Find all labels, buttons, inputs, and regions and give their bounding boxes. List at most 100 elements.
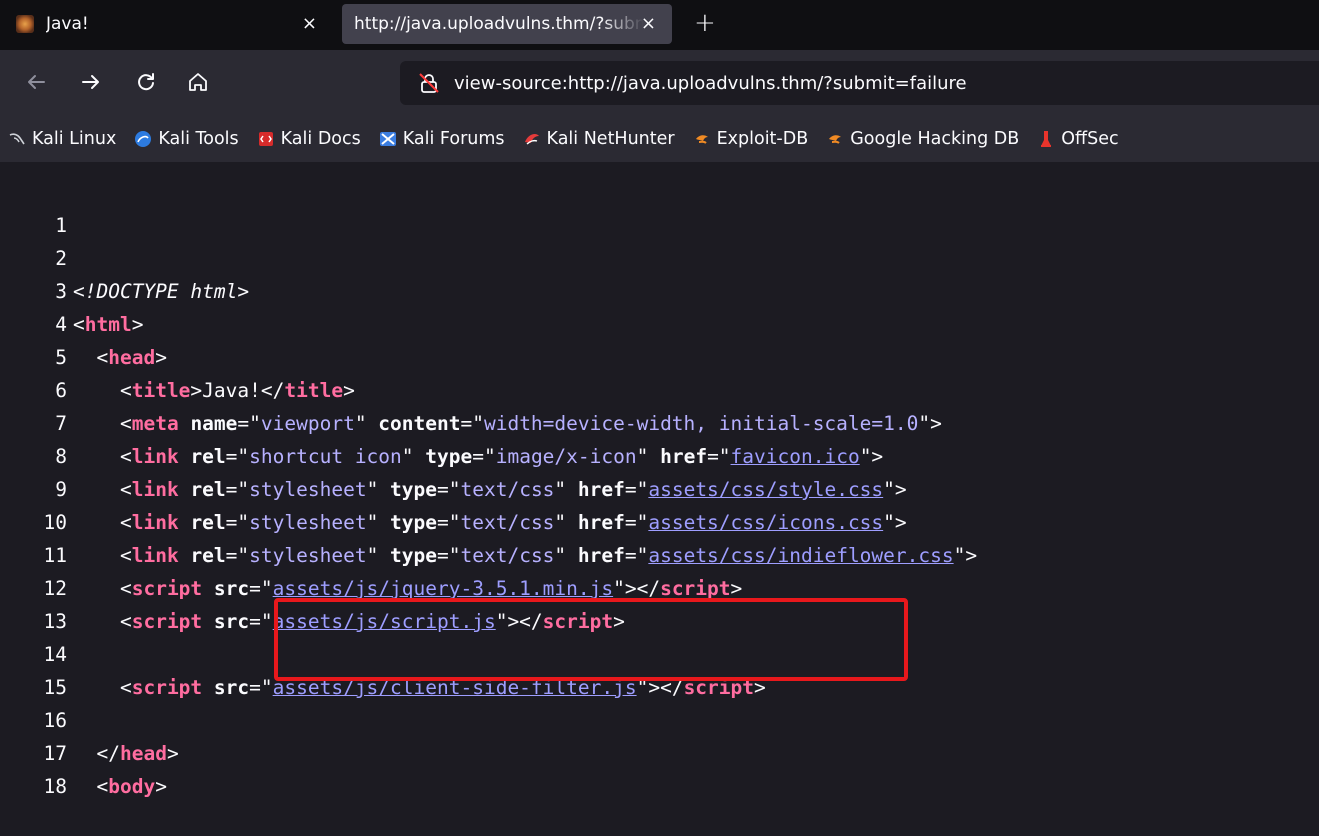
- source-line: 18: [0, 737, 67, 798]
- bookmark-kali-linux[interactable]: Kali Linux: [8, 129, 116, 149]
- icons-css-link[interactable]: assets/css/icons.css: [648, 511, 883, 534]
- bookmark-label: Kali Tools: [158, 129, 239, 149]
- bookmark-label: Google Hacking DB: [850, 129, 1020, 149]
- title-text: Java!: [202, 379, 261, 402]
- source-line: 8 <link rel="stylesheet" type="text/css"…: [0, 407, 906, 501]
- source-line: 16 </head>: [0, 671, 179, 765]
- attribute-value: viewport: [260, 412, 355, 435]
- tab-title: http://java.uploadvulns.thm/?submit=fail…: [354, 14, 644, 34]
- address-bar[interactable]: view-source:http://java.uploadvulns.thm/…: [400, 61, 1319, 105]
- attribute-name: type: [390, 544, 438, 567]
- attribute-value: text/css: [460, 511, 555, 534]
- source-line: 10 <link rel="stylesheet" type="text/css…: [0, 473, 978, 567]
- bookmark-label: Kali NetHunter: [546, 129, 675, 149]
- attribute-name: rel: [190, 445, 226, 468]
- attribute-name: rel: [190, 544, 226, 567]
- kali-dragon-icon: [9, 133, 25, 145]
- bookmark-exploit-db[interactable]: Exploit-DB: [693, 129, 808, 149]
- source-line: 5 <title>Java!</title>: [0, 308, 355, 402]
- attribute-value: shortcut icon: [249, 445, 402, 468]
- attribute-name: rel: [190, 511, 226, 534]
- tag-name: head: [119, 742, 167, 765]
- tab-title: Java!: [46, 14, 89, 34]
- kali-nethunter-icon: [524, 134, 539, 145]
- attribute-name: content: [378, 412, 461, 435]
- close-tab-icon[interactable]: ×: [641, 13, 656, 34]
- bookmark-kali-nethunter[interactable]: Kali NetHunter: [523, 129, 675, 149]
- forward-button[interactable]: [73, 64, 109, 100]
- navigation-toolbar: view-source:http://java.uploadvulns.thm/…: [0, 50, 1319, 116]
- source-line: 13: [0, 572, 67, 633]
- exploit-db-icon: [695, 135, 708, 144]
- bookmark-kali-tools[interactable]: Kali Tools: [134, 129, 239, 149]
- insecure-connection-icon[interactable]: [418, 72, 440, 94]
- bookmark-label: Kali Linux: [32, 129, 117, 149]
- attribute-value: stylesheet: [249, 478, 367, 501]
- close-tab-icon[interactable]: ×: [302, 13, 317, 34]
- tab-strip: Java! × http://java.uploadvulns.thm/?sub…: [0, 0, 1319, 50]
- doctype: <!DOCTYPE html>: [73, 280, 250, 303]
- ghdb-icon: [829, 135, 842, 144]
- bookmark-google-hacking-db[interactable]: Google Hacking DB: [826, 129, 1019, 149]
- jquery-js-link[interactable]: assets/js/jquery-3.5.1.min.js: [273, 577, 613, 600]
- attribute-name: type: [390, 478, 438, 501]
- tag-name: script: [131, 676, 203, 699]
- source-line: 1: [0, 176, 67, 237]
- tag-name: script: [131, 610, 203, 633]
- source-line: 17 <body>: [0, 704, 167, 798]
- home-icon: [189, 73, 207, 91]
- arrow-left-icon: [28, 75, 45, 89]
- kali-docs-icon: [258, 132, 273, 146]
- new-tab-button[interactable]: +: [694, 8, 716, 38]
- offsec-icon: [1041, 131, 1052, 147]
- java-favicon-icon: [16, 15, 34, 33]
- attribute-value: stylesheet: [249, 511, 367, 534]
- tag-name: head: [108, 346, 156, 369]
- source-line: 14 <script src="assets/js/client-side-fi…: [0, 605, 766, 699]
- attribute-name: name: [190, 412, 238, 435]
- reload-icon: [138, 73, 154, 91]
- tag-name: script: [660, 577, 731, 600]
- tag-name: link: [131, 511, 179, 534]
- reload-button[interactable]: [128, 64, 164, 100]
- bookmark-label: Kali Forums: [402, 129, 505, 149]
- highlight-annotation-box: [274, 598, 908, 681]
- tab-view-source[interactable]: http://java.uploadvulns.thm/?submit=fail…: [342, 4, 672, 44]
- tag-name: link: [131, 544, 179, 567]
- tag-name: link: [131, 478, 179, 501]
- bookmark-kali-docs[interactable]: Kali Docs: [257, 129, 361, 149]
- source-line: 15: [0, 638, 67, 699]
- tab-java[interactable]: Java! ×: [0, 4, 335, 44]
- source-line: 4 <head>: [0, 275, 167, 369]
- bookmark-offsec[interactable]: OffSec: [1037, 129, 1119, 149]
- favicon-link[interactable]: favicon.ico: [731, 445, 860, 468]
- tag-name: html: [84, 313, 132, 336]
- home-button[interactable]: [180, 64, 216, 100]
- attribute-value: image/x-icon: [495, 445, 637, 468]
- bookmark-label: Kali Docs: [280, 129, 361, 149]
- attribute-name: href: [660, 445, 708, 468]
- attribute-value: text/css: [460, 544, 555, 567]
- attribute-value: text/css: [460, 478, 555, 501]
- bookmarks-toolbar: Kali Linux Kali Tools Kali Docs Kali For…: [0, 116, 1319, 162]
- attribute-value: stylesheet: [249, 544, 367, 567]
- tag-name: meta: [131, 412, 179, 435]
- attribute-name: type: [425, 445, 473, 468]
- tag-name: link: [131, 445, 179, 468]
- attribute-value: width=device-width, initial-scale=1.0: [483, 412, 919, 435]
- back-button[interactable]: [18, 64, 54, 100]
- bookmark-label: OffSec: [1061, 129, 1119, 149]
- source-line: 3 <html>: [0, 242, 143, 336]
- tag-name: script: [131, 577, 203, 600]
- kali-forums-icon: [379, 132, 396, 146]
- indieflower-css-link[interactable]: assets/css/indieflower.css: [648, 544, 953, 567]
- attribute-name: src: [213, 610, 250, 633]
- source-line: 6 <meta name="viewport" content="width=d…: [0, 341, 942, 435]
- source-line: 2 <!DOCTYPE html>: [0, 209, 249, 303]
- source-line: 11 <script src="assets/js/jquery-3.5.1.m…: [0, 506, 743, 600]
- tag-name: body: [108, 775, 156, 798]
- bookmark-kali-forums[interactable]: Kali Forums: [379, 129, 505, 149]
- attribute-name: href: [577, 511, 625, 534]
- style-css-link[interactable]: assets/css/style.css: [648, 478, 883, 501]
- tag-name: title: [131, 379, 191, 402]
